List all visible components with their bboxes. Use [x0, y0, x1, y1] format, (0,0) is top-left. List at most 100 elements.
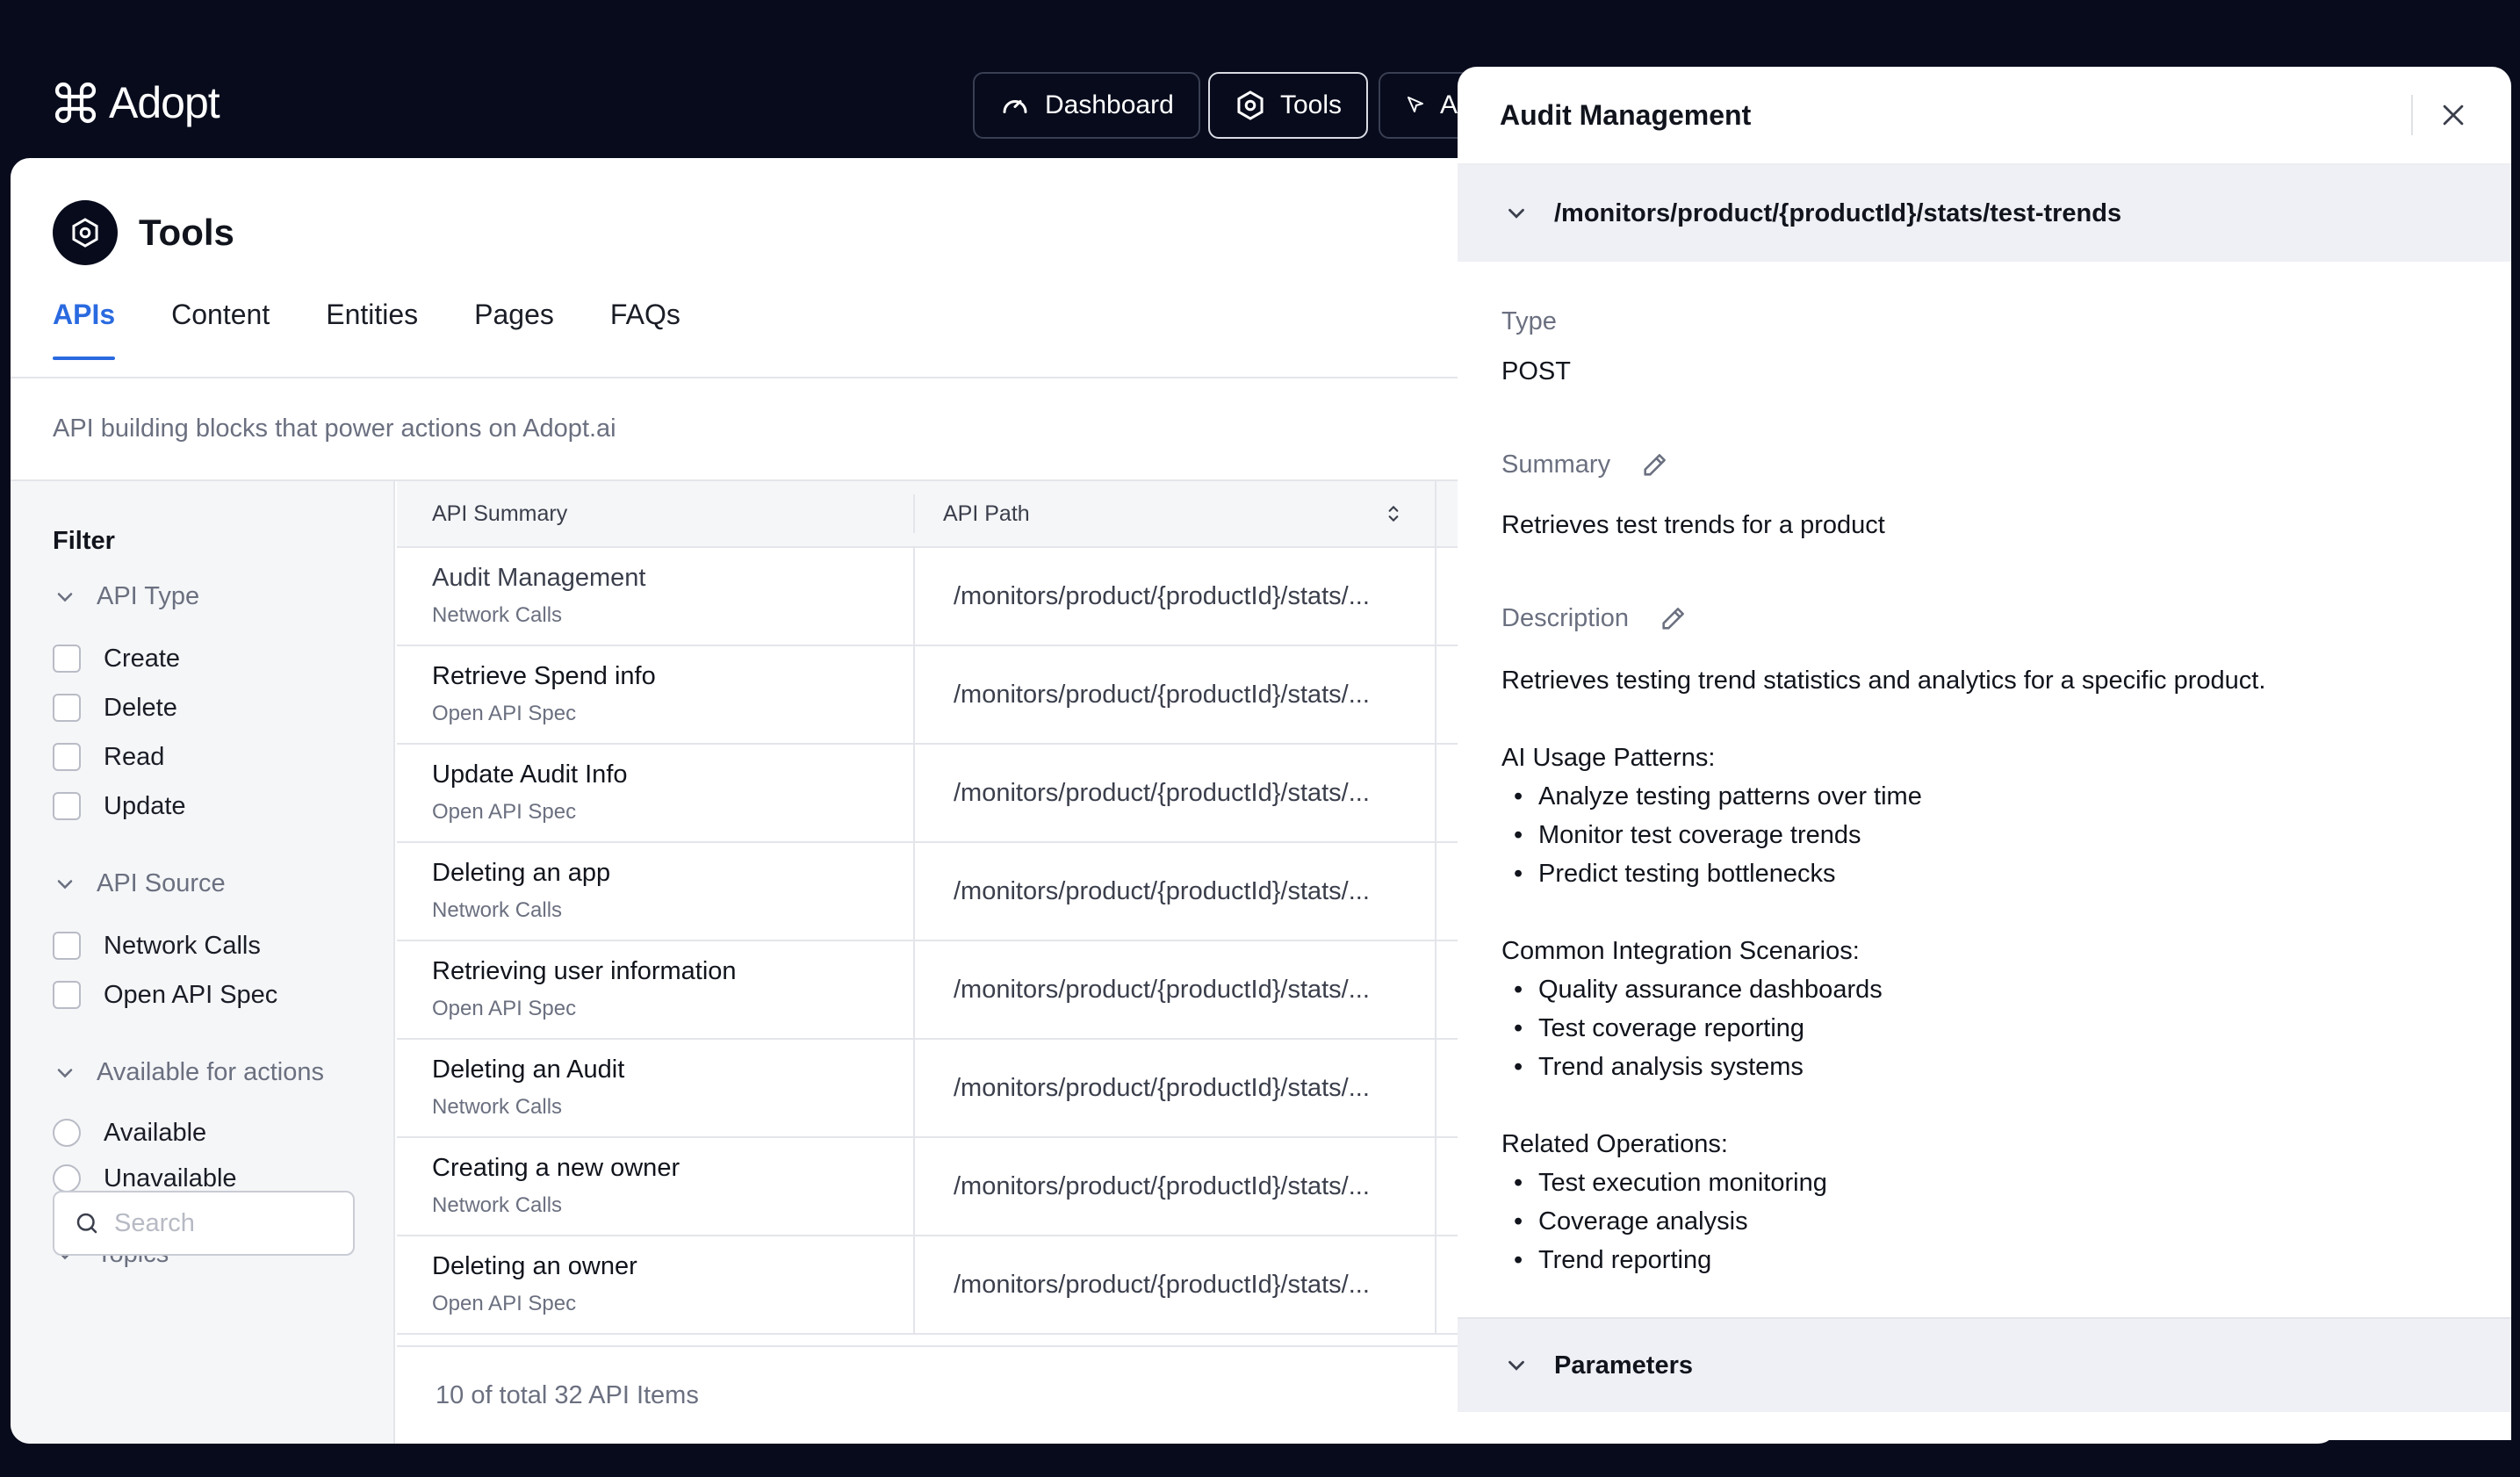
- tools-page-icon: [53, 200, 118, 265]
- list-item: Monitor test coverage trends: [1501, 816, 2511, 854]
- checkbox[interactable]: [53, 792, 81, 820]
- table-footer-count: 10 of total 32 API Items: [397, 1345, 1459, 1444]
- summary-cell: Audit Management Network Calls: [397, 548, 915, 645]
- hexagon-gear-icon: [72, 218, 98, 248]
- filter-option-delete[interactable]: Delete: [53, 683, 393, 732]
- pencil-icon[interactable]: [1659, 603, 1688, 633]
- table-row[interactable]: Creating a new owner Network Calls /moni…: [397, 1138, 1459, 1236]
- checkbox[interactable]: [53, 981, 81, 1009]
- checkbox[interactable]: [53, 694, 81, 722]
- topics-search-input[interactable]: [114, 1208, 334, 1238]
- tab-entities[interactable]: Entities: [326, 299, 418, 360]
- table-row[interactable]: Deleting an app Network Calls /monitors/…: [397, 843, 1459, 941]
- chevron-down-icon: [57, 879, 73, 889]
- table-row[interactable]: Retrieve Spend info Open API Spec /monit…: [397, 646, 1459, 745]
- list-item: Trend reporting: [1501, 1241, 2511, 1279]
- command-key-icon: [54, 82, 97, 124]
- chevron-down-icon: [1508, 208, 1524, 219]
- row-source: Network Calls: [432, 603, 563, 627]
- chevron-down-icon: [57, 592, 73, 602]
- description-label: Description: [1501, 603, 2511, 633]
- checkbox[interactable]: [53, 932, 81, 960]
- filter-option-read[interactable]: Read: [53, 732, 393, 782]
- row-source: Network Calls: [432, 898, 563, 922]
- page-header: Tools: [53, 200, 234, 265]
- row-source: Open API Spec: [432, 702, 577, 725]
- radio[interactable]: [53, 1119, 81, 1147]
- checkbox[interactable]: [53, 743, 81, 771]
- api-table: API Summary API Path Audit Management Ne…: [397, 481, 1459, 1344]
- nav-tools-label: Tools: [1280, 90, 1343, 119]
- tab-content[interactable]: Content: [171, 299, 270, 360]
- path-cell: /monitors/product/{productId}/stats/...: [915, 548, 1436, 645]
- list-item: Test execution monitoring: [1501, 1164, 2511, 1202]
- filter-option-label: Open API Spec: [104, 980, 278, 1009]
- section-heading: Related Operations:: [1501, 1130, 1728, 1158]
- path-cell: /monitors/product/{productId}/stats/...: [915, 646, 1436, 743]
- description-value: Retrieves testing trend statistics and a…: [1501, 661, 2511, 1279]
- filter-group-api-source[interactable]: API Source: [53, 869, 393, 898]
- nav-actions-label: A: [1439, 90, 1458, 119]
- filter-group-label: API Type: [97, 582, 200, 610]
- parameters-accordion[interactable]: Parameters: [1458, 1317, 2511, 1412]
- tab-pages[interactable]: Pages: [474, 299, 554, 360]
- close-button[interactable]: [2434, 96, 2473, 134]
- column-header-summary[interactable]: API Summary: [397, 494, 915, 533]
- table-row[interactable]: Audit Management Network Calls /monitors…: [397, 548, 1459, 646]
- filter-option-available[interactable]: Available: [53, 1110, 393, 1156]
- row-title: Creating a new owner: [432, 1154, 680, 1182]
- checkbox[interactable]: [53, 645, 81, 673]
- filter-option-label: Unavailable: [104, 1164, 237, 1192]
- type-label: Type: [1501, 307, 2511, 336]
- nav-tools-button[interactable]: Tools: [1208, 72, 1369, 139]
- section-heading: AI Usage Patterns:: [1501, 744, 1716, 772]
- filter-option-network-calls[interactable]: Network Calls: [53, 921, 393, 970]
- tab-faqs[interactable]: FAQs: [610, 299, 680, 360]
- panel-body: Type POST Summary Retrieves test trends …: [1458, 262, 2511, 1279]
- close-icon: [2443, 104, 2464, 126]
- filter-group-label: API Source: [97, 869, 226, 897]
- type-value: POST: [1501, 357, 1571, 385]
- adopt-logo[interactable]: Adopt: [51, 77, 220, 128]
- sort-icon[interactable]: [1382, 502, 1405, 525]
- row-title: Retrieving user information: [432, 957, 737, 985]
- summary-cell: Deleting an app Network Calls: [397, 843, 915, 940]
- table-row[interactable]: Update Audit Info Open API Spec /monitor…: [397, 745, 1459, 843]
- filter-option-label: Create: [104, 644, 181, 673]
- row-source: Open API Spec: [432, 800, 577, 824]
- nav-dashboard-button[interactable]: Dashboard: [973, 72, 1200, 139]
- chevron-down-icon: [1508, 1360, 1524, 1371]
- filter-option-label: Read: [104, 742, 165, 771]
- row-title: Deleting an Audit: [432, 1056, 625, 1084]
- table-row[interactable]: Deleting an owner Open API Spec /monitor…: [397, 1236, 1459, 1335]
- list-item: Quality assurance dashboards: [1501, 970, 2511, 1009]
- tab-apis[interactable]: APIs: [53, 299, 116, 360]
- search-icon: [76, 1213, 97, 1234]
- pencil-icon[interactable]: [1640, 450, 1670, 479]
- filter-option-open-api-spec[interactable]: Open API Spec: [53, 970, 393, 1019]
- panel-header: Audit Management: [1458, 67, 2511, 165]
- filter-group-label: Available for actions: [97, 1058, 325, 1086]
- filter-group-api-type[interactable]: API Type: [53, 582, 393, 611]
- topics-search-field[interactable]: [53, 1191, 355, 1256]
- column-header-path[interactable]: API Path: [915, 481, 1436, 547]
- summary-cell: Deleting an Audit Network Calls: [397, 1040, 915, 1136]
- row-source: Open API Spec: [432, 997, 577, 1020]
- filter-option-update[interactable]: Update: [53, 782, 393, 831]
- page-subtitle: API building blocks that power actions o…: [53, 414, 616, 443]
- row-title: Retrieve Spend info: [432, 662, 656, 690]
- filter-option-create[interactable]: Create: [53, 634, 393, 683]
- api-detail-panel: Audit Management /monitors/product/{prod…: [1458, 67, 2511, 1440]
- path-cell: /monitors/product/{productId}/stats/...: [915, 745, 1436, 841]
- table-row[interactable]: Deleting an Audit Network Calls /monitor…: [397, 1040, 1459, 1138]
- summary-value: Retrieves test trends for a product: [1501, 511, 1885, 539]
- api-path-accordion[interactable]: /monitors/product/{productId}/stats/test…: [1458, 165, 2511, 262]
- summary-label-text: Summary: [1501, 450, 1611, 479]
- column-header-label: API Path: [943, 501, 1030, 526]
- filter-title: Filter: [53, 527, 115, 555]
- chevron-down-icon: [57, 1068, 73, 1077]
- radio[interactable]: [53, 1164, 81, 1192]
- filter-sidebar: Filter API Type Create Delete Read Updat…: [11, 481, 395, 1444]
- filter-group-available[interactable]: Available for actions: [53, 1058, 393, 1087]
- table-row[interactable]: Retrieving user information Open API Spe…: [397, 941, 1459, 1040]
